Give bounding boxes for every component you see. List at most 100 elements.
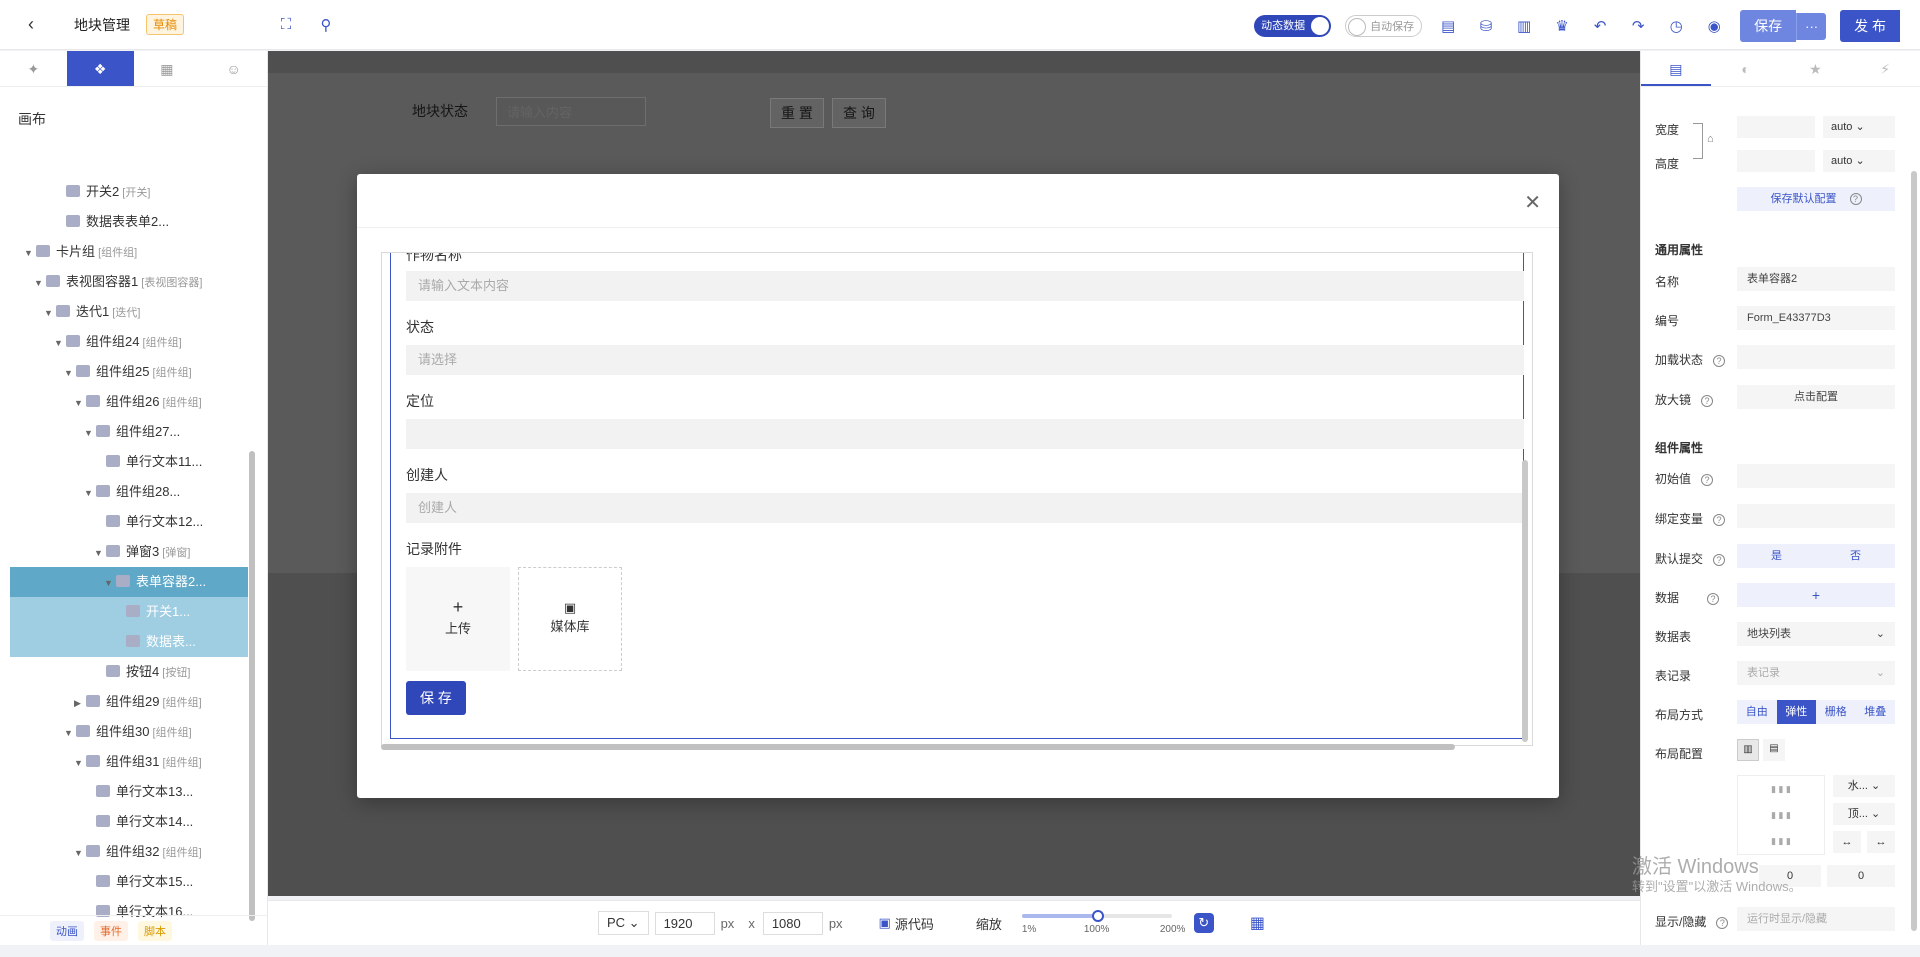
tab-templates[interactable]: ▦ (134, 51, 201, 86)
zoom-handle[interactable] (1091, 910, 1104, 922)
tree-node[interactable]: ▼ 表单容器2... (10, 567, 248, 597)
visibility-input[interactable]: 运行时显示/隐藏 (1737, 907, 1895, 931)
event-tag[interactable]: 事件 (94, 920, 128, 941)
submit-yes[interactable]: 是 (1737, 544, 1816, 568)
help-icon[interactable]: ? (1707, 593, 1720, 605)
caret-down-icon[interactable]: ▼ (64, 718, 76, 748)
apps-grid-icon[interactable]: ▦ (1250, 913, 1265, 933)
layout-stack[interactable]: 堆叠 (1855, 700, 1895, 724)
close-icon[interactable]: ✕ (1524, 190, 1541, 215)
tree-node[interactable]: ▼ 迭代1 [迭代] (10, 297, 248, 327)
tree-node[interactable]: ▼ 卡片组 [组件组] (10, 237, 248, 267)
sitemap-icon[interactable]: ⚲ (314, 16, 338, 34)
caret-down-icon[interactable]: ▼ (34, 268, 46, 298)
tree-node[interactable]: 数据表表单2... (10, 207, 248, 237)
record-select[interactable]: 表记录 ⌄ (1737, 661, 1895, 685)
save-default-config-button[interactable]: 保存默认配置 ? (1737, 187, 1895, 211)
tree-node[interactable]: ▼ 组件组28... (10, 477, 248, 507)
caret-down-icon[interactable]: ▼ (44, 298, 56, 328)
tree-node[interactable]: ▼ 组件组24 [组件组] (10, 327, 248, 357)
tree-node[interactable]: ▶ 组件组29 [组件组] (10, 687, 248, 717)
tree-node[interactable]: 数据表... (10, 627, 248, 657)
form-v-scrollbar[interactable] (1522, 460, 1528, 742)
caret-down-icon[interactable]: ▼ (54, 328, 66, 358)
tab-favorites[interactable]: ★ (1781, 51, 1851, 86)
tree-node[interactable]: ▼ 组件组30 [组件组] (10, 717, 248, 747)
gap-input-b[interactable]: 0 (1827, 865, 1895, 887)
tree-node[interactable]: 按钮4 [按钮] (10, 657, 248, 687)
undo-icon[interactable]: ↶ (1588, 17, 1612, 35)
spacing-h-icon[interactable]: ↔ (1833, 831, 1861, 853)
creator-input[interactable]: 创建人 (406, 493, 1524, 523)
zoom-slider[interactable]: 1% 100% 200% (1021, 908, 1185, 938)
caret-down-icon[interactable]: ▼ (24, 238, 36, 268)
submit-no[interactable]: 否 (1816, 544, 1895, 568)
caret-down-icon[interactable]: ▼ (104, 568, 116, 598)
source-code-button[interactable]: 源代码 (895, 914, 934, 933)
tree-node[interactable]: ▼ 组件组31 [组件组] (10, 747, 248, 777)
tab-layers[interactable]: ❖ (66, 51, 134, 86)
animation-tag[interactable]: 动画 (50, 920, 84, 941)
layout-grid[interactable]: 栅格 (1816, 700, 1856, 724)
bind-variable-input[interactable] (1737, 504, 1895, 528)
chart-icon[interactable]: ▤ (1436, 17, 1460, 35)
help-icon[interactable]: ? (1713, 355, 1726, 367)
help-icon[interactable]: ? (1713, 514, 1726, 526)
width-field[interactable] (1737, 116, 1815, 138)
help-icon[interactable]: ? (1701, 395, 1714, 407)
caret-down-icon[interactable]: ▼ (94, 538, 106, 568)
auto-save-toggle[interactable]: 自动保存 (1345, 15, 1423, 37)
media-library-button[interactable]: ▣ 媒体库 (518, 567, 622, 671)
history-icon[interactable]: ◷ (1664, 17, 1688, 35)
tree-node[interactable]: ▼ 组件组27... (10, 417, 248, 447)
tree-node[interactable]: 单行文本14... (10, 807, 248, 837)
tree-scrollbar[interactable] (249, 451, 255, 921)
publish-button[interactable]: 发 布 (1840, 10, 1900, 42)
width-unit-select[interactable]: auto ⌄ (1823, 116, 1895, 138)
dynamic-data-toggle[interactable]: 动态数据 (1254, 15, 1332, 37)
status-select[interactable]: 请选择 (406, 345, 1524, 375)
refresh-icon[interactable]: ↻ (1193, 913, 1214, 933)
width-input[interactable]: 1920 (654, 911, 715, 935)
caret-down-icon[interactable]: ▼ (84, 418, 96, 448)
select-frame-icon[interactable]: ⛶ (274, 16, 298, 33)
tree-node[interactable]: 开关2 [开关] (10, 177, 248, 207)
tree-node[interactable]: ▼ 弹窗3 [弹窗] (10, 537, 248, 567)
alignment-grid[interactable]: ▮ ▮ ▮ ▮ ▮ ▮ ▮ ▮ ▮ (1737, 775, 1825, 855)
save-more-button[interactable]: ··· (1796, 12, 1827, 40)
layout-free[interactable]: 自由 (1737, 700, 1777, 724)
id-input[interactable]: Form_E43377D3 (1737, 306, 1895, 330)
height-unit-select[interactable]: auto ⌄ (1823, 150, 1895, 172)
help-icon[interactable]: ? (1713, 554, 1726, 566)
height-field[interactable] (1737, 150, 1815, 172)
columns-icon[interactable]: ▥ (1737, 739, 1759, 761)
tree-node[interactable]: ▼ 组件组25 [组件组] (10, 357, 248, 387)
tree-node[interactable]: ▼ 组件组32 [组件组] (10, 837, 248, 867)
caret-down-icon[interactable]: ▼ (74, 748, 86, 778)
device-select[interactable]: PC ⌄ (598, 911, 649, 935)
help-icon[interactable]: ? (1701, 474, 1714, 486)
form-h-scrollbar[interactable] (381, 744, 1455, 750)
bars-icon[interactable]: ▥ (1512, 17, 1536, 35)
add-data-button[interactable]: + (1737, 583, 1895, 607)
help-icon[interactable]: ? (1716, 917, 1729, 929)
tree-node[interactable]: 单行文本12... (10, 507, 248, 537)
caret-down-icon[interactable]: ▼ (74, 838, 86, 868)
script-tag[interactable]: 脚本 (138, 920, 172, 941)
horizontal-align-select[interactable]: 水... ⌄ (1833, 775, 1895, 797)
back-icon[interactable]: ‹ (28, 14, 48, 35)
name-input[interactable]: 表单容器2 (1737, 267, 1895, 291)
tree-node[interactable]: 单行文本11... (10, 447, 248, 477)
load-state-input[interactable] (1737, 345, 1895, 369)
database-icon[interactable]: ⛁ (1474, 17, 1498, 35)
upload-button[interactable]: + 上传 (406, 567, 510, 671)
tree-node[interactable]: 单行文本15... (10, 867, 248, 897)
caret-right-icon[interactable]: ▶ (74, 688, 86, 718)
tree-node[interactable]: ▼ 组件组26 [组件组] (10, 387, 248, 417)
tree-node[interactable]: 开关1... (10, 597, 248, 627)
magnifier-config-button[interactable]: 点击配置 (1737, 385, 1895, 409)
tab-events[interactable]: ⚡ (1850, 51, 1920, 86)
data-table-select[interactable]: 地块列表 ⌄ (1737, 622, 1895, 646)
caret-down-icon[interactable]: ▼ (84, 478, 96, 508)
property-scrollbar[interactable] (1911, 171, 1917, 931)
